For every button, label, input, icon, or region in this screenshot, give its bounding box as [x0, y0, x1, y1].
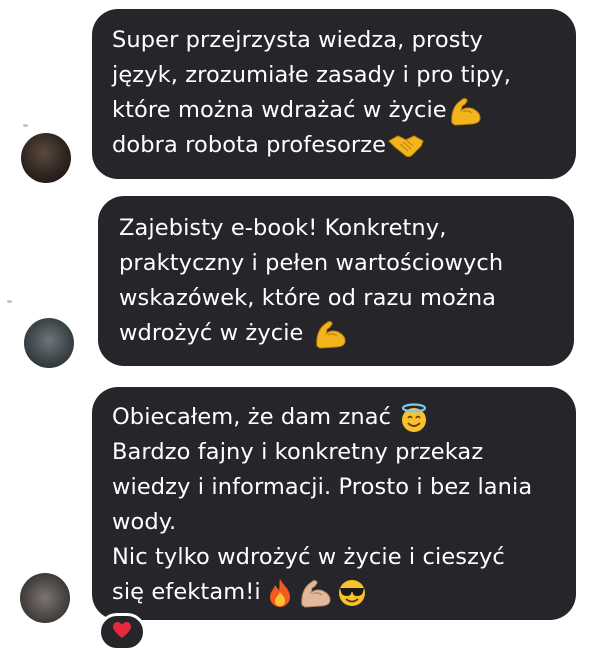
message-text-line: język, zrozumiałe zasady i pro tipy, [112, 62, 511, 88]
message-text-line: Zajebisty e-book! Konkretny, [119, 215, 447, 241]
handshake-icon [388, 133, 424, 159]
sender-avatar[interactable] [21, 133, 71, 183]
smiling-face-with-sunglasses-icon [337, 578, 367, 608]
message-text-line: Obiecałem, że dam znać [112, 404, 392, 430]
message-text-line: praktyczny i pełen wartościowych [119, 250, 504, 276]
reaction-badge[interactable] [98, 613, 146, 650]
message-text-line: Bardzo fajny i konkretny przekaz [112, 439, 484, 465]
divider-dot [23, 124, 28, 127]
sender-avatar[interactable] [20, 573, 70, 623]
flexed-biceps-icon [449, 96, 483, 126]
sender-avatar[interactable] [24, 318, 74, 368]
message-text-line: wody. [112, 509, 177, 535]
message-text-line: wskazówek, które od razu można [119, 285, 497, 311]
message-text-line: Nic tylko wdrożyć w życie i cieszyć [112, 544, 505, 570]
message-thread: Super przejrzysta wiedza, prosty język, … [0, 0, 604, 650]
divider-dot [7, 300, 12, 303]
red-heart-icon [112, 621, 132, 643]
flexed-biceps-icon [314, 319, 348, 349]
message-bubble[interactable]: Obiecałem, że dam znać Bardzo fajny i ko… [92, 387, 576, 620]
message-text-line: się efektam!i [112, 579, 261, 605]
fire-icon [267, 578, 293, 608]
message-text-line: które można wdrażać w życie [112, 97, 447, 123]
smiling-face-with-halo-icon [399, 402, 429, 433]
message-text-line: wdrożyć w życie [119, 320, 304, 346]
message-text-line: dobra robota profesorze [112, 132, 387, 158]
message-text-line: Super przejrzysta wiedza, prosty [112, 27, 483, 53]
message-text-line: wiedzy i informacji. Prosto i bez lania [112, 474, 533, 500]
message-bubble[interactable]: Zajebisty e-book! Konkretny, praktyczny … [98, 196, 574, 366]
message-bubble[interactable]: Super przejrzysta wiedza, prosty język, … [92, 9, 576, 179]
flexed-biceps-icon [299, 578, 333, 608]
